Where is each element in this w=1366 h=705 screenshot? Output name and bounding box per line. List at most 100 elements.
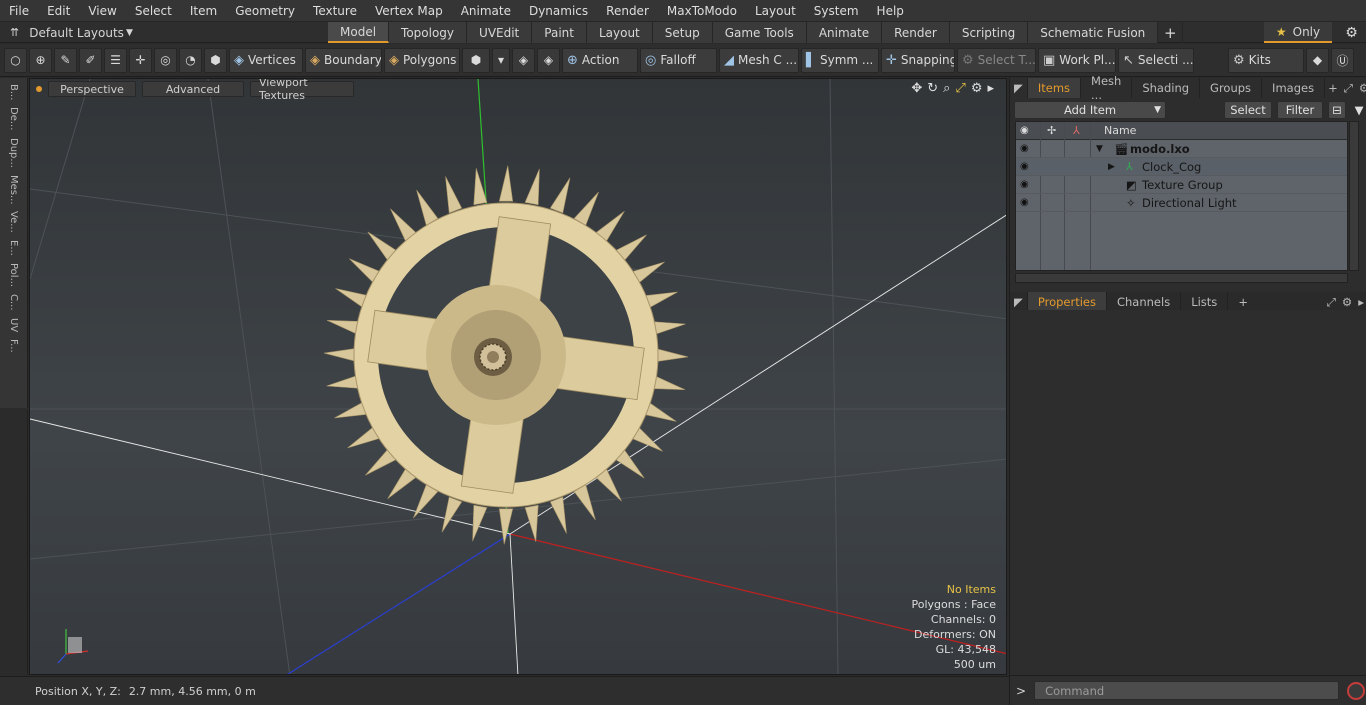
pen-icon[interactable]: ✎ (54, 47, 77, 73)
zoom-icon[interactable]: ⌕ (943, 81, 950, 96)
command-input[interactable]: Command (1034, 681, 1340, 700)
maximize-icon[interactable]: ⤢ (955, 81, 965, 96)
tab-groups[interactable]: Groups (1200, 78, 1263, 98)
tab-paint[interactable]: Paint (532, 22, 587, 43)
menu-item[interactable]: Item (181, 4, 226, 18)
horizontal-scrollbar[interactable] (1015, 273, 1348, 283)
record-macro-icon[interactable] (1347, 681, 1366, 700)
menu-view[interactable]: View (79, 4, 125, 18)
align-icon[interactable]: ☰ (104, 47, 127, 73)
center-icon[interactable]: ✛ (129, 47, 152, 73)
symmetry-button[interactable]: ▌ Symm ... (801, 47, 879, 73)
tab-render[interactable]: Render (882, 22, 950, 43)
eye-icon[interactable]: ◉ (1020, 161, 1029, 172)
panel-gear-icon[interactable]: ⚙ (1339, 292, 1355, 312)
tab-lists[interactable]: Lists (1181, 292, 1229, 312)
unity-icon[interactable]: ◆ (1306, 47, 1329, 73)
panel-gear-icon[interactable]: ⚙ (1356, 78, 1366, 98)
menu-render[interactable]: Render (597, 4, 658, 18)
mesh-constraint-button[interactable]: ◢ Mesh C ... (719, 47, 799, 73)
left-tab-deform[interactable]: De... (8, 105, 19, 132)
expand-triangle-icon[interactable]: ▼ (1096, 144, 1103, 154)
left-tab-curve[interactable]: C... (8, 292, 19, 313)
tab-schematic-fusion[interactable]: Schematic Fusion (1028, 22, 1159, 43)
layouts-selector[interactable]: ⇈ Default Layouts ▼ (0, 22, 326, 43)
viewport-gear-icon[interactable]: ⚙ (971, 81, 983, 96)
vertices-button[interactable]: ◈ Vertices (229, 47, 303, 73)
work-plane-button[interactable]: ▣ Work Pl... (1038, 47, 1116, 73)
tab-properties[interactable]: Properties (1027, 292, 1107, 312)
action-center-button[interactable]: ⊕ Action (562, 47, 638, 73)
3d-viewport[interactable]: Perspective Advanced Viewport Textures ✥… (29, 78, 1007, 675)
tab-images[interactable]: Images (1262, 78, 1326, 98)
tab-shading[interactable]: Shading (1132, 78, 1201, 98)
item-row-clock-cog[interactable]: ◉ ▶ ⅄ Clock_Cog (1016, 158, 1347, 176)
rotate-view-icon[interactable]: ↻ (927, 81, 938, 96)
add-panel-icon[interactable]: + (1228, 292, 1258, 312)
globe-icon[interactable]: ⊕ (29, 47, 52, 73)
tab-mesh[interactable]: Mesh ... (1081, 74, 1133, 102)
perspective-button[interactable]: Perspective (48, 81, 136, 97)
collapse-icon[interactable]: ⇈ (10, 26, 19, 39)
menu-edit[interactable]: Edit (38, 4, 79, 18)
unreal-icon[interactable]: Ⓤ (1331, 47, 1354, 73)
panel-menu-icon[interactable]: ◤ (1010, 292, 1028, 312)
menu-help[interactable]: Help (868, 4, 913, 18)
left-tab-duplicate[interactable]: Dup... (8, 136, 19, 170)
viewport-textures-button[interactable]: Viewport Textures (250, 79, 354, 102)
snap-cube-icon[interactable]: ◈ (512, 47, 535, 73)
menu-texture[interactable]: Texture (304, 4, 366, 18)
select-through-button[interactable]: ⚙ Select T... (957, 47, 1036, 73)
boundary-button[interactable]: ◈ Boundary (305, 47, 382, 73)
item-row-texture-group[interactable]: ◉ ◩ Texture Group (1016, 176, 1347, 194)
collapse-list-icon[interactable]: ⊟ (1328, 101, 1346, 119)
menu-select[interactable]: Select (126, 4, 181, 18)
maximize-panel-icon[interactable]: ⤢ (1324, 292, 1339, 312)
tab-channels[interactable]: Channels (1107, 292, 1182, 312)
left-tab-vertex[interactable]: Ve... (8, 209, 19, 235)
rotate-icon[interactable]: ◔ (179, 47, 202, 73)
tab-layout[interactable]: Layout (586, 22, 653, 43)
menu-vertex-map[interactable]: Vertex Map (366, 4, 452, 18)
tab-model[interactable]: Model (328, 22, 390, 43)
expand-arrow-icon[interactable]: ▸ (987, 81, 994, 96)
gear-icon[interactable]: ⚙ (1337, 22, 1366, 43)
left-tab-fusion[interactable]: F... (8, 337, 19, 355)
eye-icon[interactable]: ◉ (1020, 179, 1029, 190)
expand-triangle-icon[interactable]: ▶ (1108, 162, 1115, 172)
select-button[interactable]: Select (1224, 101, 1272, 119)
clock-cog-model[interactable] (323, 165, 689, 545)
menu-layout[interactable]: Layout (746, 4, 805, 18)
filter-button[interactable]: Filter (1277, 101, 1323, 119)
transform-icon[interactable]: ◎ (154, 47, 177, 73)
add-panel-icon[interactable]: + (1325, 78, 1341, 98)
falloff-button[interactable]: ◎ Falloff (640, 47, 717, 73)
eye-icon[interactable]: ◉ (1020, 143, 1029, 154)
panel-menu-icon[interactable]: ◤ (1010, 78, 1028, 98)
menu-maxtomodo[interactable]: MaxToModo (658, 4, 746, 18)
tab-setup[interactable]: Setup (652, 22, 713, 43)
item-row-scene[interactable]: ◉ ▼ 🎬︎ modo.lxo (1016, 140, 1347, 158)
advanced-button[interactable]: Advanced (142, 81, 244, 97)
circle-select-icon[interactable]: ○ (4, 47, 27, 73)
brush-icon[interactable]: ✐ (79, 47, 102, 73)
snapping-button[interactable]: ✛ Snapping (881, 47, 955, 73)
tab-scripting[interactable]: Scripting (949, 22, 1029, 43)
left-tab-mesh-edit[interactable]: Mes... (8, 173, 19, 207)
only-toggle[interactable]: ★ Only (1264, 22, 1332, 43)
kits-button[interactable]: ⚙ Kits (1228, 47, 1304, 73)
item-row-directional-light[interactable]: ◉ ✧ Directional Light (1016, 194, 1347, 212)
menu-dynamics[interactable]: Dynamics (520, 4, 597, 18)
left-tab-edge[interactable]: E... (8, 238, 19, 258)
tab-game-tools[interactable]: Game Tools (712, 22, 807, 43)
eye-icon[interactable]: ◉ (1020, 197, 1029, 208)
add-tab-icon[interactable]: + (1158, 22, 1184, 43)
menu-geometry[interactable]: Geometry (226, 4, 304, 18)
menu-animate[interactable]: Animate (452, 4, 520, 18)
menu-file[interactable]: File (0, 4, 38, 18)
maximize-panel-icon[interactable]: ⤢ (1341, 78, 1356, 98)
tab-uvedit[interactable]: UVEdit (467, 22, 533, 43)
left-tab-polygon[interactable]: Pol... (8, 261, 19, 289)
tab-animate[interactable]: Animate (806, 22, 883, 43)
menu-system[interactable]: System (805, 4, 868, 18)
